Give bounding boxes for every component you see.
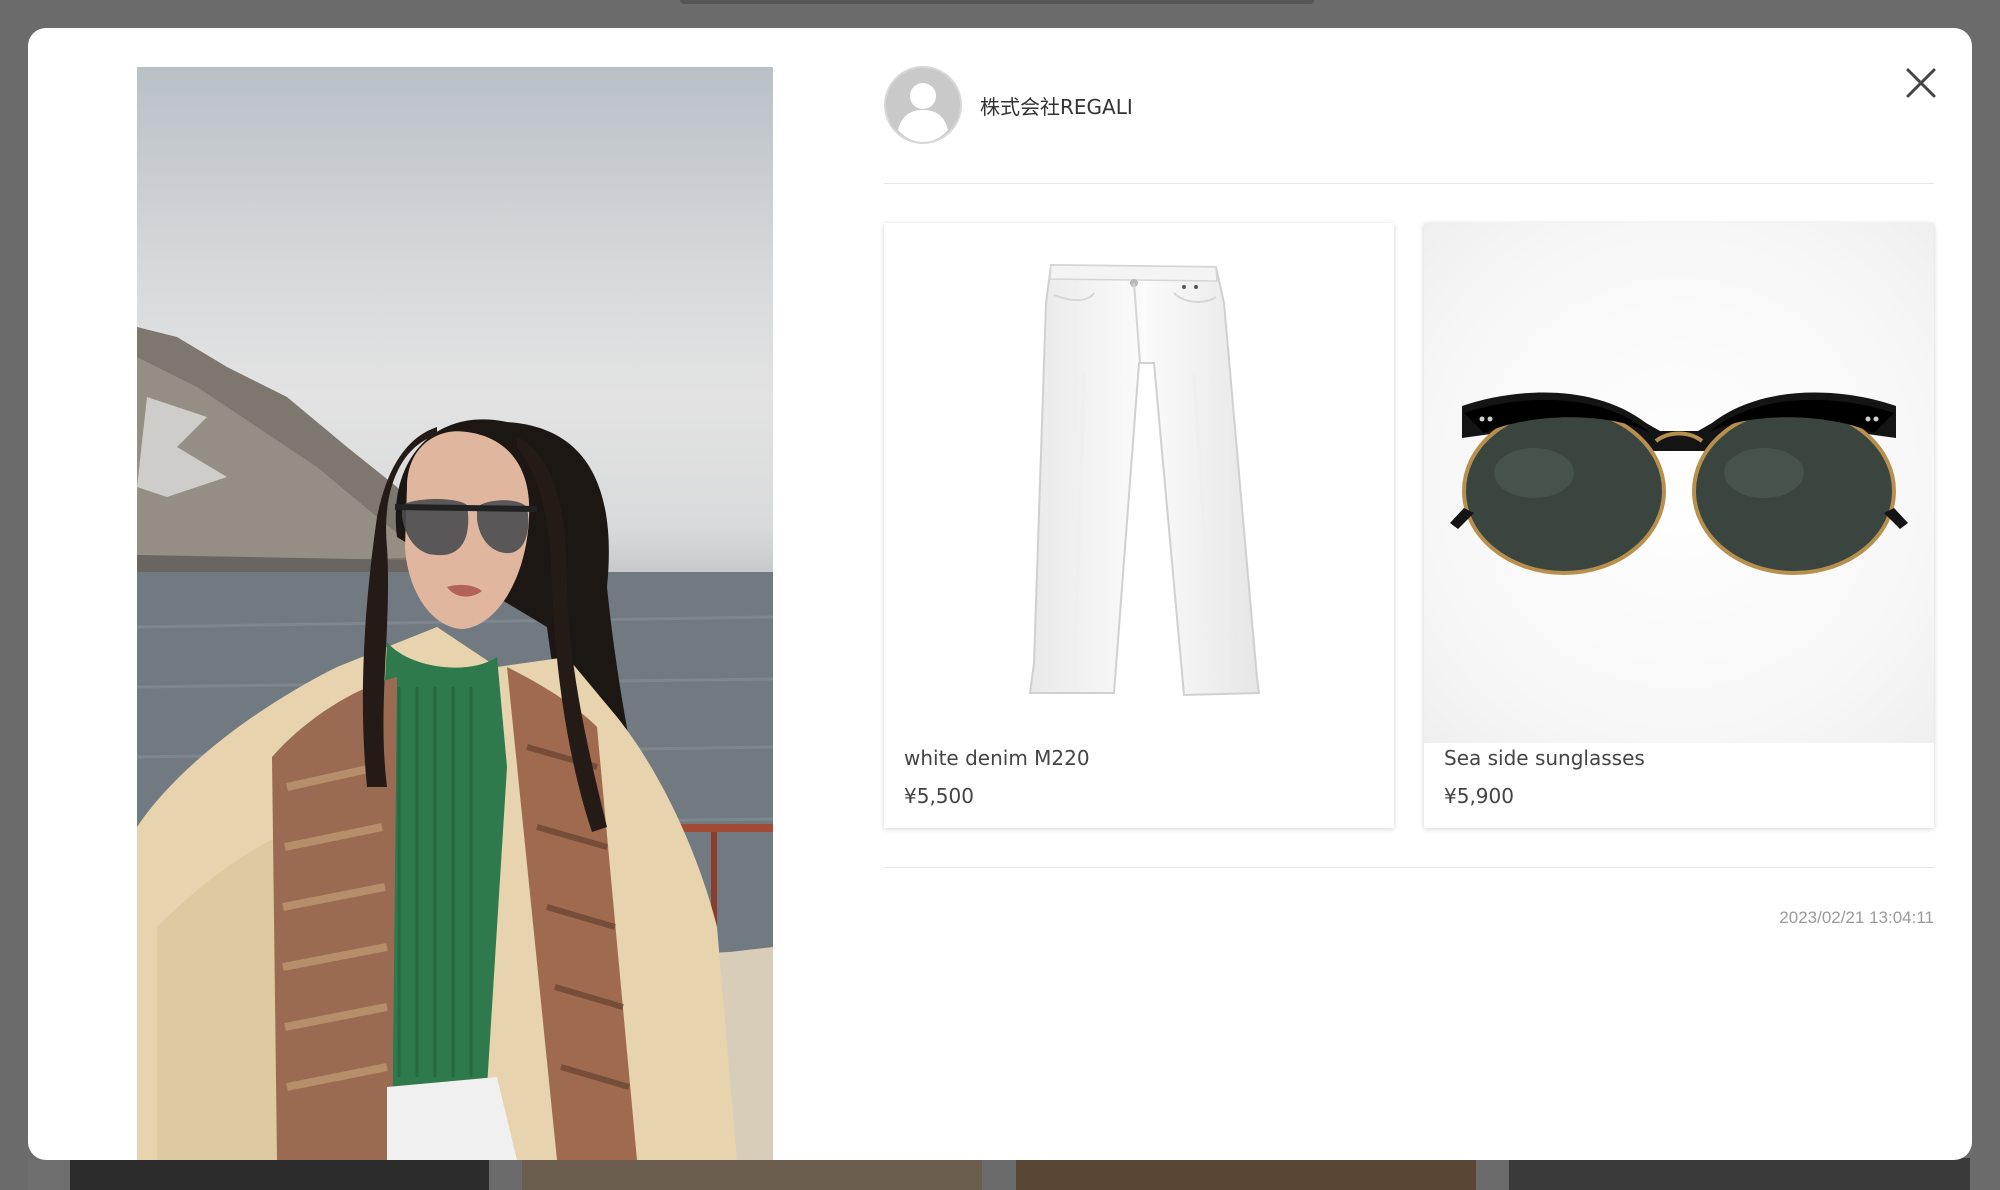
background-post-grid <box>28 1158 1972 1190</box>
post-timestamp: 2023/02/21 13:04:11 <box>1779 908 1934 927</box>
product-price: ¥5,500 <box>904 784 974 808</box>
divider <box>884 183 1934 184</box>
product-price: ¥5,900 <box>1444 784 1514 808</box>
background-header <box>680 0 1314 4</box>
product-card[interactable]: Sea side sunglasses ¥5,900 <box>1424 223 1934 828</box>
background-tile <box>28 1158 489 1190</box>
post-author[interactable]: 株式会社REGALI <box>884 66 1133 144</box>
product-card[interactable]: white denim M220 ¥5,500 <box>884 223 1394 828</box>
product-list: white denim M220 ¥5,500 Sea side sunglas… <box>884 223 1934 828</box>
close-icon[interactable] <box>1900 62 1942 104</box>
background-tile <box>522 1158 982 1190</box>
author-name: 株式会社REGALI <box>980 94 1133 119</box>
post-detail-modal: 株式会社REGALI white denim M220 ¥5,500 Sea s… <box>28 28 1972 1160</box>
product-name: white denim M220 <box>904 746 1090 770</box>
user-avatar-icon <box>884 66 962 144</box>
divider <box>884 867 1934 868</box>
post-photo <box>137 67 773 1160</box>
product-name: Sea side sunglasses <box>1444 746 1645 770</box>
sunglasses-image <box>1424 223 1934 743</box>
background-tile <box>1509 1158 1970 1190</box>
background-tile <box>1016 1158 1476 1190</box>
white-pants-image <box>884 223 1394 743</box>
